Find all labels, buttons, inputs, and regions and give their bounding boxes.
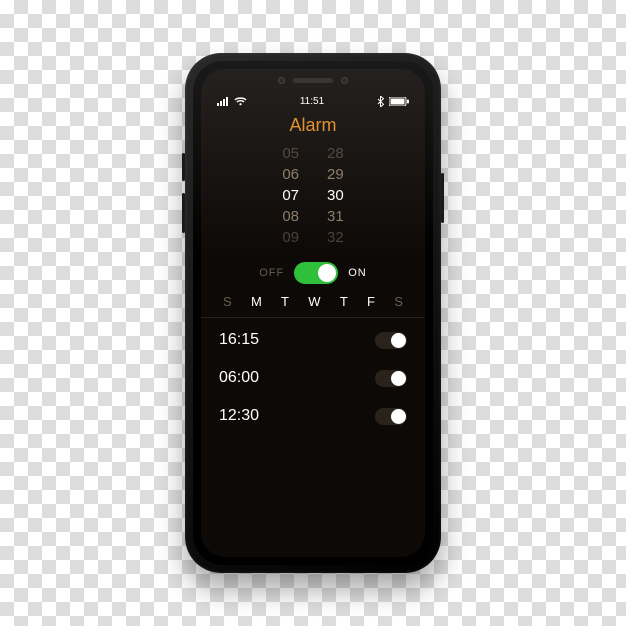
alarm-row-toggle[interactable]: [375, 332, 407, 349]
day-sat[interactable]: S: [394, 294, 403, 309]
on-label: ON: [348, 267, 367, 279]
alarm-time: 06:00: [219, 369, 259, 387]
day-tue[interactable]: T: [281, 294, 289, 309]
alarm-list: 16:15 06:00 12:30: [201, 322, 425, 434]
minute-option-selected[interactable]: 30: [327, 186, 344, 206]
alarm-row[interactable]: 12:30: [219, 398, 407, 434]
minute-option[interactable]: 28: [327, 144, 344, 164]
hour-option[interactable]: 06: [282, 165, 299, 185]
hour-option[interactable]: 05: [282, 144, 299, 164]
toggle-thumb-icon: [318, 264, 336, 282]
wifi-icon: [234, 97, 247, 106]
toggle-thumb-icon: [391, 333, 406, 348]
minute-wheel[interactable]: 28 29 30 31 32: [327, 144, 344, 248]
bezel: 11:51 Alarm 05 06 07 08 09: [193, 61, 433, 565]
toggle-thumb-icon: [391, 371, 406, 386]
proximity-sensor-icon: [341, 77, 348, 84]
time-picker[interactable]: 05 06 07 08 09 28 29 30 31 32: [201, 144, 425, 254]
alarm-on-off-row: OFF ON: [201, 254, 425, 290]
day-fri[interactable]: F: [367, 294, 375, 309]
front-camera-icon: [278, 77, 285, 84]
alarm-row-toggle[interactable]: [375, 370, 407, 387]
signal-icon: [217, 97, 229, 106]
volume-down-button[interactable]: [182, 193, 185, 233]
minute-option[interactable]: 31: [327, 207, 344, 227]
sensor-bar: [201, 69, 425, 91]
power-button[interactable]: [441, 173, 444, 223]
status-time: 11:51: [300, 96, 324, 107]
hour-option[interactable]: 09: [282, 228, 299, 248]
alarm-toggle[interactable]: [294, 262, 338, 284]
status-bar: 11:51: [201, 91, 425, 109]
alarm-time: 12:30: [219, 407, 259, 425]
day-thu[interactable]: T: [340, 294, 348, 309]
minute-option[interactable]: 32: [327, 228, 344, 248]
day-selector: S M T W T F S: [201, 290, 425, 315]
toggle-thumb-icon: [391, 409, 406, 424]
alarm-row[interactable]: 16:15: [219, 322, 407, 358]
hour-wheel[interactable]: 05 06 07 08 09: [282, 144, 299, 248]
bluetooth-icon: [377, 96, 384, 107]
page-title: Alarm: [201, 109, 425, 144]
alarm-row-toggle[interactable]: [375, 408, 407, 425]
day-mon[interactable]: M: [251, 294, 262, 309]
alarm-time: 16:15: [219, 331, 259, 349]
phone-frame: 11:51 Alarm 05 06 07 08 09: [185, 53, 441, 573]
battery-icon: [389, 97, 409, 106]
off-label: OFF: [259, 267, 284, 279]
screen: 11:51 Alarm 05 06 07 08 09: [201, 69, 425, 557]
hour-option[interactable]: 08: [282, 207, 299, 227]
alarm-row[interactable]: 06:00: [219, 360, 407, 396]
day-wed[interactable]: W: [308, 294, 320, 309]
day-sun[interactable]: S: [223, 294, 232, 309]
divider: [201, 317, 425, 318]
earpiece-speaker-icon: [293, 78, 333, 83]
hour-option-selected[interactable]: 07: [282, 186, 299, 206]
volume-up-button[interactable]: [182, 153, 185, 181]
minute-option[interactable]: 29: [327, 165, 344, 185]
